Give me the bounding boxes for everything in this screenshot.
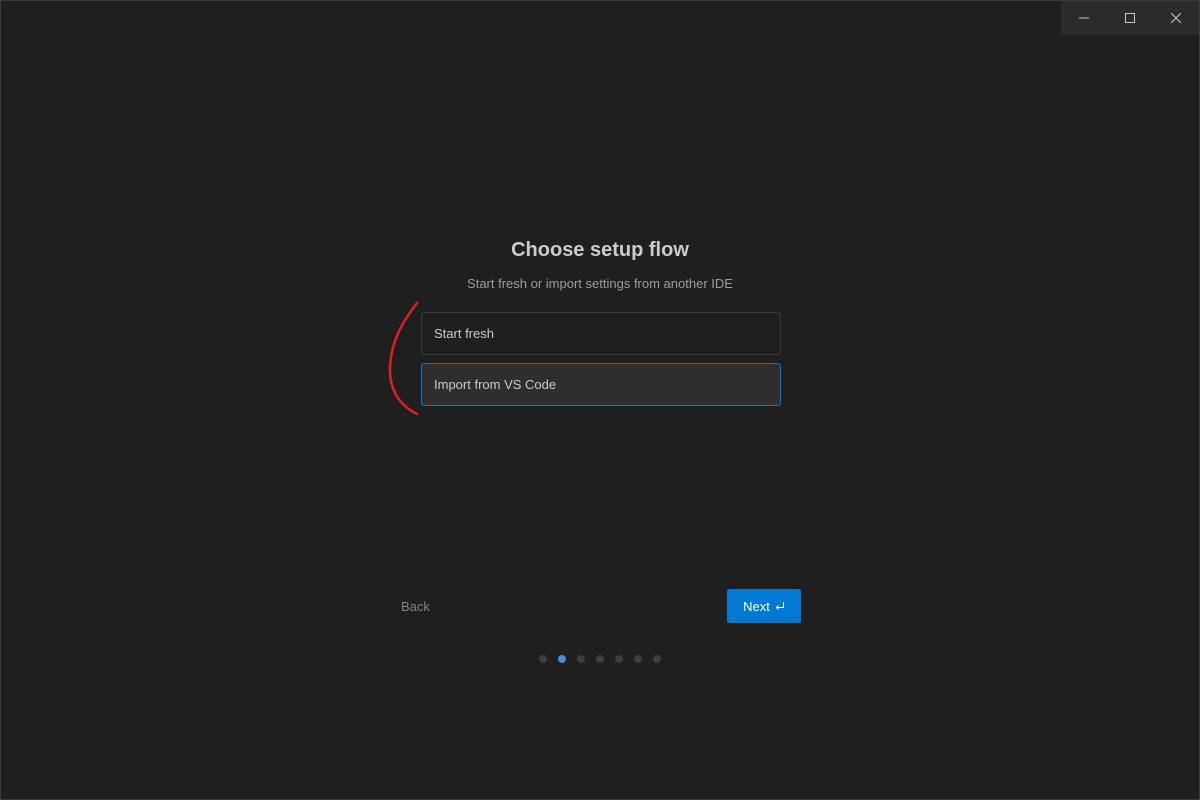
option-import-vscode[interactable]: Import from VS Code	[421, 363, 781, 406]
option-label: Import from VS Code	[434, 377, 557, 392]
step-dot	[539, 655, 547, 663]
setup-window: Choose setup flow Start fresh or import …	[0, 0, 1200, 800]
enter-icon	[775, 601, 785, 611]
close-icon	[1171, 13, 1181, 23]
page-subtitle: Start fresh or import settings from anot…	[467, 276, 733, 291]
next-button[interactable]: Next	[727, 589, 801, 623]
maximize-button[interactable]	[1107, 1, 1153, 35]
page-title: Choose setup flow	[511, 239, 689, 261]
step-indicator	[539, 655, 661, 663]
step-dot	[596, 655, 604, 663]
maximize-icon	[1125, 13, 1135, 23]
hand-drawn-bracket-annotation	[381, 297, 431, 427]
minimize-button[interactable]	[1061, 1, 1107, 35]
step-dot-active	[558, 655, 566, 663]
option-label: Start fresh	[434, 326, 494, 341]
option-start-fresh[interactable]: Start fresh	[421, 312, 781, 355]
minimize-icon	[1079, 13, 1089, 23]
step-dot	[615, 655, 623, 663]
step-dot	[634, 655, 642, 663]
step-dot	[653, 655, 661, 663]
next-button-label: Next	[743, 598, 770, 614]
window-controls	[1061, 1, 1199, 35]
back-button[interactable]: Back	[401, 599, 430, 614]
close-button[interactable]	[1153, 1, 1199, 35]
step-dot	[577, 655, 585, 663]
